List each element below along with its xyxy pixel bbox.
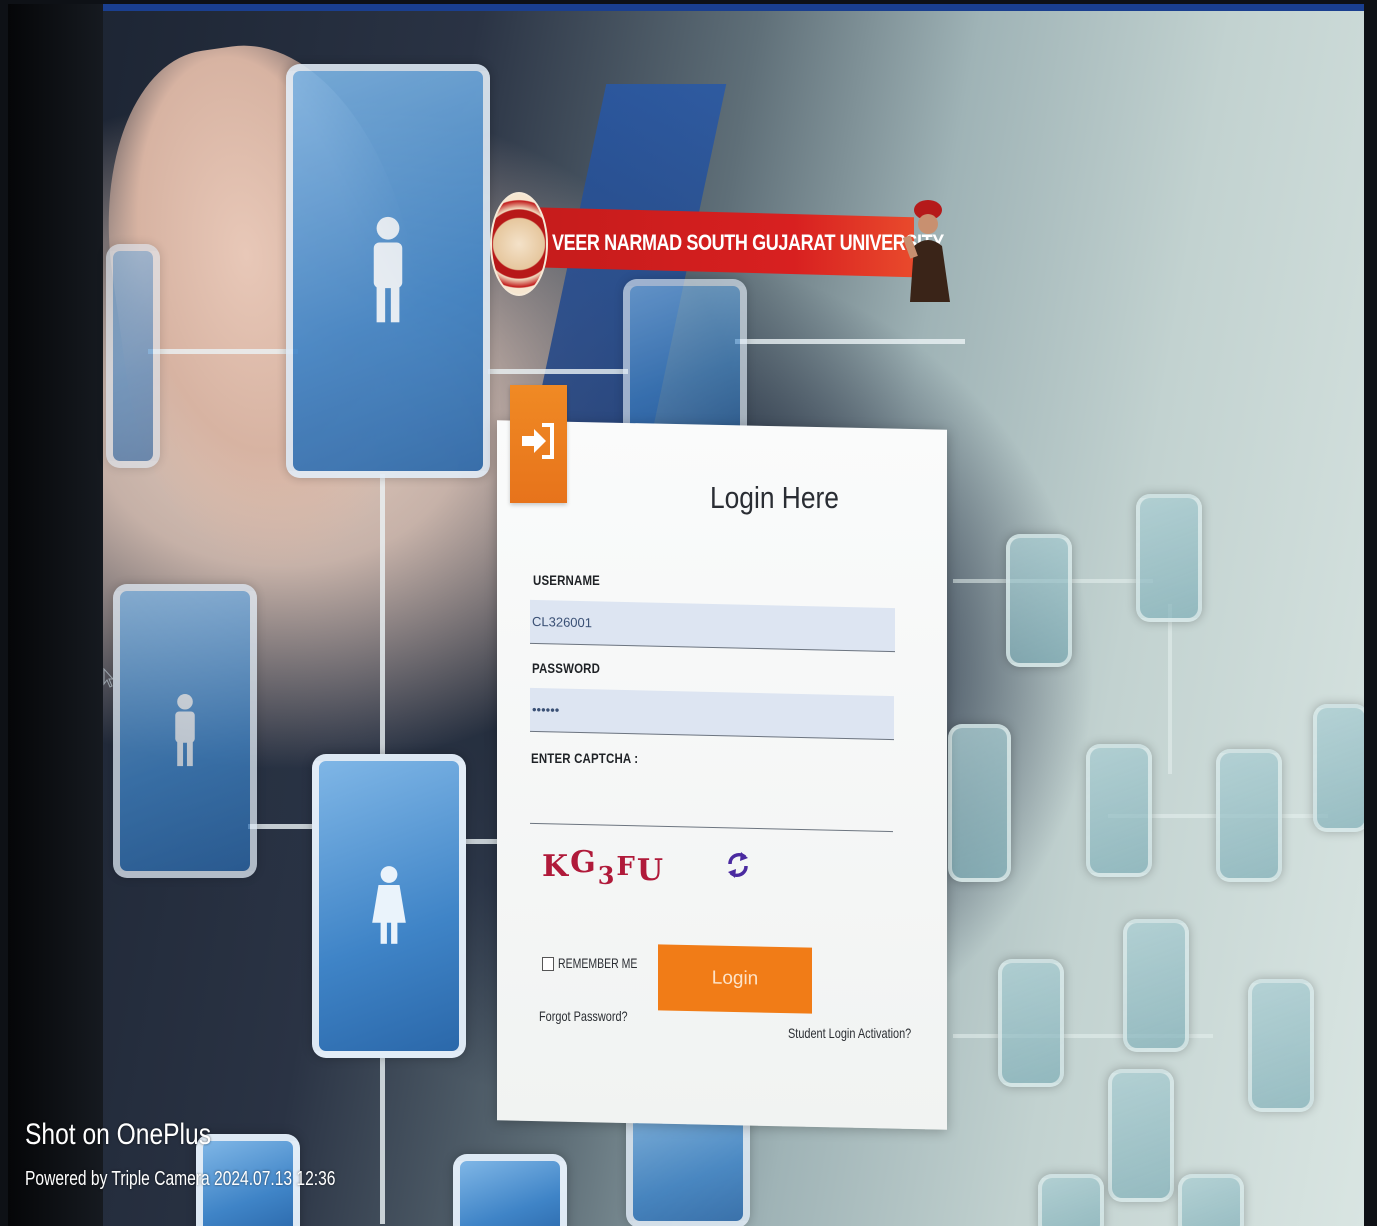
remember-me-checkbox[interactable] [542, 957, 554, 971]
captcha-char: G [570, 845, 598, 880]
network-node [1248, 979, 1314, 1112]
network-node [948, 724, 1011, 882]
login-icon-tab [510, 385, 567, 503]
network-node [1123, 919, 1189, 1052]
network-line [148, 349, 298, 354]
network-node [623, 279, 747, 443]
network-node [1006, 534, 1072, 667]
captcha-char: K [542, 849, 571, 884]
university-seal-icon [490, 192, 548, 296]
network-line [1168, 604, 1172, 774]
captcha-char: U [636, 853, 666, 888]
username-label: USERNAME [533, 572, 601, 588]
login-button[interactable]: Login [658, 944, 812, 1014]
camera-watermark-title: Shot on OnePlus [25, 1118, 211, 1151]
remember-me-label: REMEMBER ME [558, 955, 638, 971]
captcha-char: 3 [597, 861, 617, 890]
founder-portrait-icon [902, 200, 950, 302]
network-line [488, 369, 628, 374]
network-node [1136, 494, 1202, 622]
university-banner: VEER NARMAD SOUTH GUJARAT UNIVERSITY [490, 190, 965, 302]
network-line [380, 1044, 385, 1224]
person-icon [175, 693, 195, 767]
network-node [998, 959, 1064, 1087]
sign-in-arrow-icon [522, 423, 554, 459]
woman-icon [372, 866, 406, 944]
camera-watermark-details: Powered by Triple Camera 2024.07.13 12:3… [25, 1168, 336, 1190]
network-node [286, 64, 490, 478]
student-login-activation-link[interactable]: Student Login Activation? [788, 1025, 911, 1041]
network-node [106, 244, 160, 468]
university-name: VEER NARMAD SOUTH GUJARAT UNIVERSITY [552, 230, 944, 255]
refresh-icon[interactable] [726, 848, 750, 882]
browser-top-bar [8, 4, 1364, 11]
network-node [1086, 744, 1152, 877]
password-input[interactable] [530, 687, 894, 741]
username-input[interactable] [530, 599, 895, 653]
network-node [1313, 704, 1364, 832]
network-line [735, 339, 965, 344]
password-label: PASSWORD [532, 660, 601, 676]
network-node [1216, 749, 1282, 882]
network-node [1178, 1174, 1244, 1226]
person-icon [373, 216, 403, 323]
network-line [380, 474, 385, 774]
captcha-char: F [616, 852, 637, 882]
network-node [1108, 1069, 1174, 1202]
captcha-input[interactable] [530, 779, 893, 833]
captcha-image: K G 3 F U [542, 838, 672, 890]
captcha-label: ENTER CAPTCHA : [531, 750, 639, 766]
network-node [312, 754, 466, 1058]
login-title: Login Here [710, 480, 839, 515]
network-node [1038, 1174, 1104, 1226]
left-dark-edge [8, 4, 103, 1226]
network-node [453, 1154, 567, 1226]
network-node [113, 584, 257, 878]
mouse-cursor-icon [103, 668, 113, 688]
forgot-password-link[interactable]: Forgot Password? [539, 1008, 628, 1024]
